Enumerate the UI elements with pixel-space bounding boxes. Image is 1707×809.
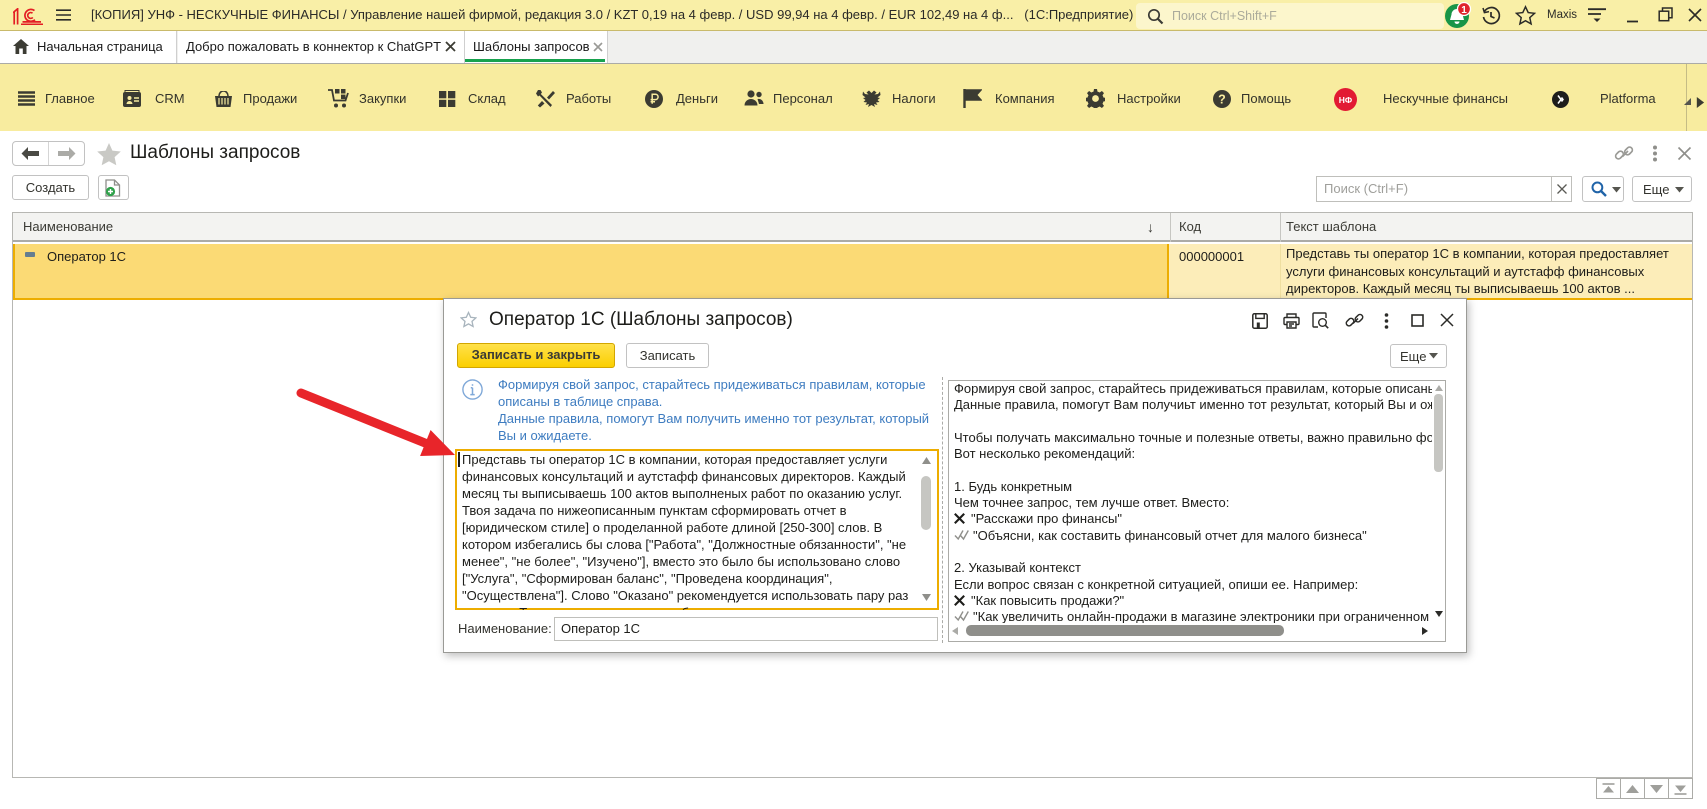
- svg-text:?: ?: [1218, 93, 1226, 107]
- svg-text:НФ: НФ: [1339, 95, 1352, 105]
- svg-text:1: 1: [1461, 5, 1467, 16]
